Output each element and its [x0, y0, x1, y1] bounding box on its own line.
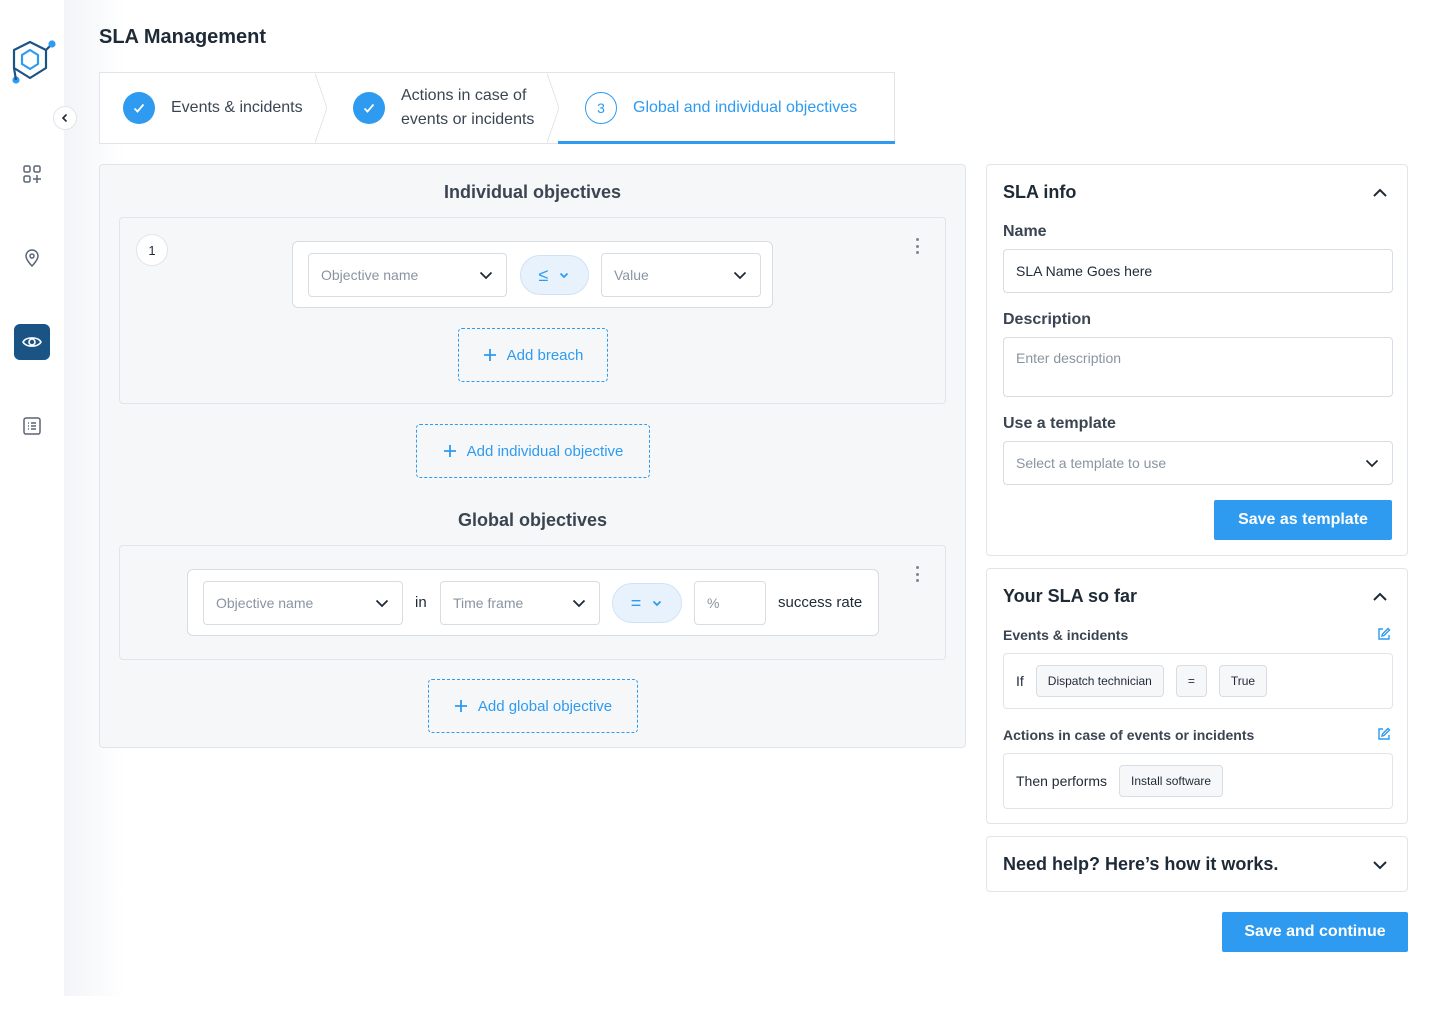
eye-icon[interactable] [14, 324, 50, 360]
plus-icon [443, 445, 456, 457]
operator-value: = [630, 592, 642, 613]
global-objective-card: Objective name in Time frame = % success… [119, 545, 946, 660]
chevron-left-icon [61, 113, 68, 123]
edit-icon[interactable] [1377, 627, 1391, 641]
sla-summary-card: Your SLA so far Events & incidents If Di… [986, 568, 1408, 824]
chevron-down-icon [572, 599, 586, 608]
global-objectives-title: Global objectives [457, 510, 608, 530]
chevron-up-icon[interactable] [1371, 588, 1389, 606]
more-options-icon[interactable] [909, 564, 925, 584]
step-actions[interactable]: Actions in case of events or incidents [326, 73, 559, 143]
sla-info-card: SLA info Name SLA Name Goes here Descrip… [986, 164, 1408, 556]
percent-input[interactable]: % [694, 581, 766, 625]
save-as-template-button[interactable]: Save as template [1214, 500, 1392, 540]
objective-name-select[interactable]: Objective name [308, 253, 507, 297]
collapse-sidebar-button[interactable] [53, 106, 77, 130]
time-frame-placeholder: Time frame [453, 595, 524, 611]
step-number: 3 [585, 92, 617, 124]
more-options-icon[interactable] [909, 236, 925, 256]
global-operator-select[interactable]: = [612, 583, 682, 623]
step-label: Global and individual objectives [633, 99, 858, 116]
events-summary: If Dispatch technician = True [1003, 653, 1393, 709]
plus-icon [454, 700, 467, 712]
help-card[interactable]: Need help? Here’s how it works. [986, 836, 1408, 892]
plus-icon [483, 349, 496, 361]
check-icon [353, 92, 385, 124]
add-global-objective-label: Add global objective [477, 697, 613, 715]
add-individual-objective-label: Add individual objective [466, 442, 624, 460]
step-label: Actions in case of events or incidents [401, 87, 535, 128]
objective-number: 1 [136, 234, 168, 266]
value-placeholder: Value [614, 267, 649, 283]
list-icon[interactable] [14, 408, 50, 444]
success-rate-label: success rate [778, 594, 863, 611]
help-title: Need help? Here’s how it works. [1003, 854, 1279, 874]
check-icon [123, 92, 155, 124]
global-objective-name-select[interactable]: Objective name [203, 581, 403, 625]
event-chip: Dispatch technician [1035, 665, 1164, 697]
step-label: Events & incidents [171, 99, 303, 116]
chevron-down-icon [375, 599, 389, 608]
global-objective-row: Objective name in Time frame = % success… [187, 569, 879, 636]
description-label: Description [1003, 311, 1092, 328]
in-label: in [415, 594, 427, 611]
stepper: Events & incidents Actions in case of ev… [99, 72, 895, 144]
individual-objectives-title: Individual objectives [443, 182, 622, 202]
value-chip: True [1218, 665, 1268, 697]
name-label: Name [1003, 223, 1047, 240]
chevron-down-icon [479, 271, 493, 280]
location-icon[interactable] [14, 240, 50, 276]
page-title: SLA Management [99, 26, 267, 48]
objective-name-placeholder: Objective name [216, 595, 314, 611]
value-select[interactable]: Value [601, 253, 761, 297]
events-label: Events & incidents [1003, 627, 1129, 643]
chevron-down-icon [653, 600, 662, 607]
objectives-panel: Individual objectives 1 Objective name ≤… [99, 164, 966, 748]
sla-info-title: SLA info [1003, 182, 1077, 202]
operator-select[interactable]: ≤ [520, 255, 589, 295]
chevron-up-icon[interactable] [1371, 184, 1389, 202]
add-breach-label: Add breach [506, 346, 584, 364]
edit-icon[interactable] [1377, 727, 1391, 741]
dashboard-icon[interactable] [14, 156, 50, 192]
logo-icon [8, 36, 56, 88]
chevron-down-icon [1365, 459, 1379, 468]
chevron-down-icon [560, 272, 569, 279]
chevron-down-icon [733, 271, 747, 280]
name-input[interactable]: SLA Name Goes here [1003, 249, 1393, 293]
add-individual-objective-button[interactable]: Add individual objective [416, 424, 650, 478]
description-textarea[interactable]: Enter description [1003, 337, 1393, 397]
actions-label: Actions in case of events or incidents [1003, 727, 1255, 743]
action-chip: Install software [1119, 765, 1224, 797]
add-global-objective-button[interactable]: Add global objective [428, 679, 638, 733]
save-and-continue-button[interactable]: Save and continue [1222, 912, 1408, 952]
chevron-down-icon[interactable] [1371, 856, 1389, 874]
step-objectives[interactable]: 3 Global and individual objectives [558, 73, 895, 144]
template-label: Use a template [1003, 415, 1116, 432]
template-select[interactable]: Select a template to use [1003, 441, 1393, 485]
step-events-incidents[interactable]: Events & incidents [100, 73, 327, 143]
operator-chip: = [1175, 665, 1207, 697]
operator-value: ≤ [538, 264, 549, 285]
summary-title: Your SLA so far [1003, 586, 1138, 606]
time-frame-select[interactable]: Time frame [440, 581, 600, 625]
objective-row: Objective name ≤ Value [292, 241, 773, 308]
template-placeholder: Select a template to use [1016, 455, 1167, 471]
add-breach-button[interactable]: Add breach [458, 328, 608, 382]
percent-placeholder: % [707, 595, 720, 611]
if-label: If [1016, 673, 1024, 689]
then-performs-label: Then performs [1016, 773, 1108, 789]
objective-name-placeholder: Objective name [321, 267, 419, 283]
actions-summary: Then performs Install software [1003, 753, 1393, 809]
sidebar [0, 0, 64, 1000]
individual-objective-card: 1 Objective name ≤ Value Add breach [119, 217, 946, 404]
